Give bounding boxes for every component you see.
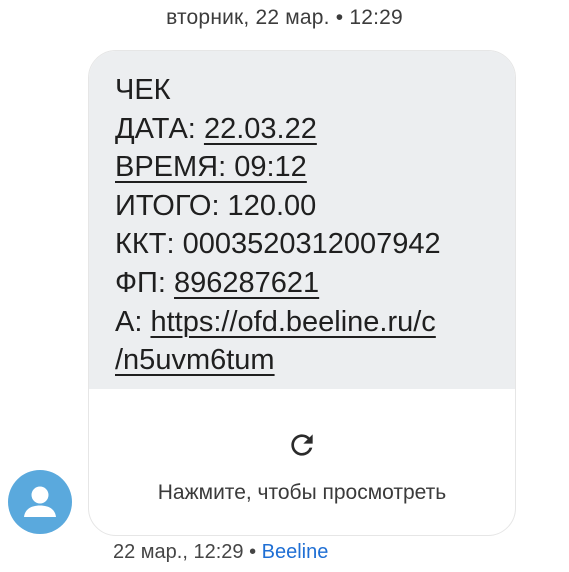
message-line-date: ДАТА: 22.03.22 — [115, 110, 515, 149]
avatar[interactable] — [8, 470, 72, 534]
url-link-continued[interactable]: /n5uvm6tum — [115, 344, 275, 376]
fp-link[interactable]: 896287621 — [174, 267, 319, 299]
link-preview[interactable]: Нажмите, чтобы просмотреть — [89, 389, 515, 535]
sender-name: Beeline — [261, 541, 329, 563]
message-bubble[interactable]: ЧЕК ДАТА: 22.03.22 ВРЕМЯ: 09:12 ИТОГО: 1… — [88, 50, 516, 536]
refresh-icon[interactable] — [286, 429, 318, 461]
message-line-fp: ФП: 896287621 — [115, 264, 515, 303]
line-text: А: — [115, 305, 151, 338]
line-text: ФП: — [115, 266, 175, 299]
message-line-url-cont: /n5uvm6tum — [115, 341, 515, 380]
message-line-receipt: ЧЕК — [115, 71, 515, 110]
message-line-time: ВРЕМЯ: 09:12 — [115, 148, 515, 187]
date-header: вторник, 22 мар. • 12:29 — [166, 6, 403, 29]
time-link[interactable]: ВРЕМЯ: 09:12 — [115, 151, 307, 183]
url-link[interactable]: https://ofd.beeline.ru/c — [150, 306, 435, 338]
line-text: ДАТА: — [115, 112, 204, 145]
message-body: ЧЕК ДАТА: 22.03.22 ВРЕМЯ: 09:12 ИТОГО: 1… — [89, 51, 515, 389]
line-text: ЧЕК — [115, 74, 171, 106]
preview-label[interactable]: Нажмите, чтобы просмотреть — [89, 481, 515, 505]
date-link[interactable]: 22.03.22 — [204, 113, 317, 145]
message-line-kkt: ККТ: 0003520312007942 — [115, 225, 515, 264]
line-text: ККТ: 0003520312007942 — [115, 228, 441, 261]
message-timestamp: 22 мар., 12:29 • — [113, 541, 262, 563]
message-footer: 22 мар., 12:29 • Beeline — [113, 541, 328, 564]
person-icon — [24, 486, 56, 517]
line-text: ИТОГО: 120.00 — [115, 189, 317, 222]
message-line-url: А: https://ofd.beeline.ru/c — [115, 303, 515, 342]
message-line-total: ИТОГО: 120.00 — [115, 187, 515, 226]
